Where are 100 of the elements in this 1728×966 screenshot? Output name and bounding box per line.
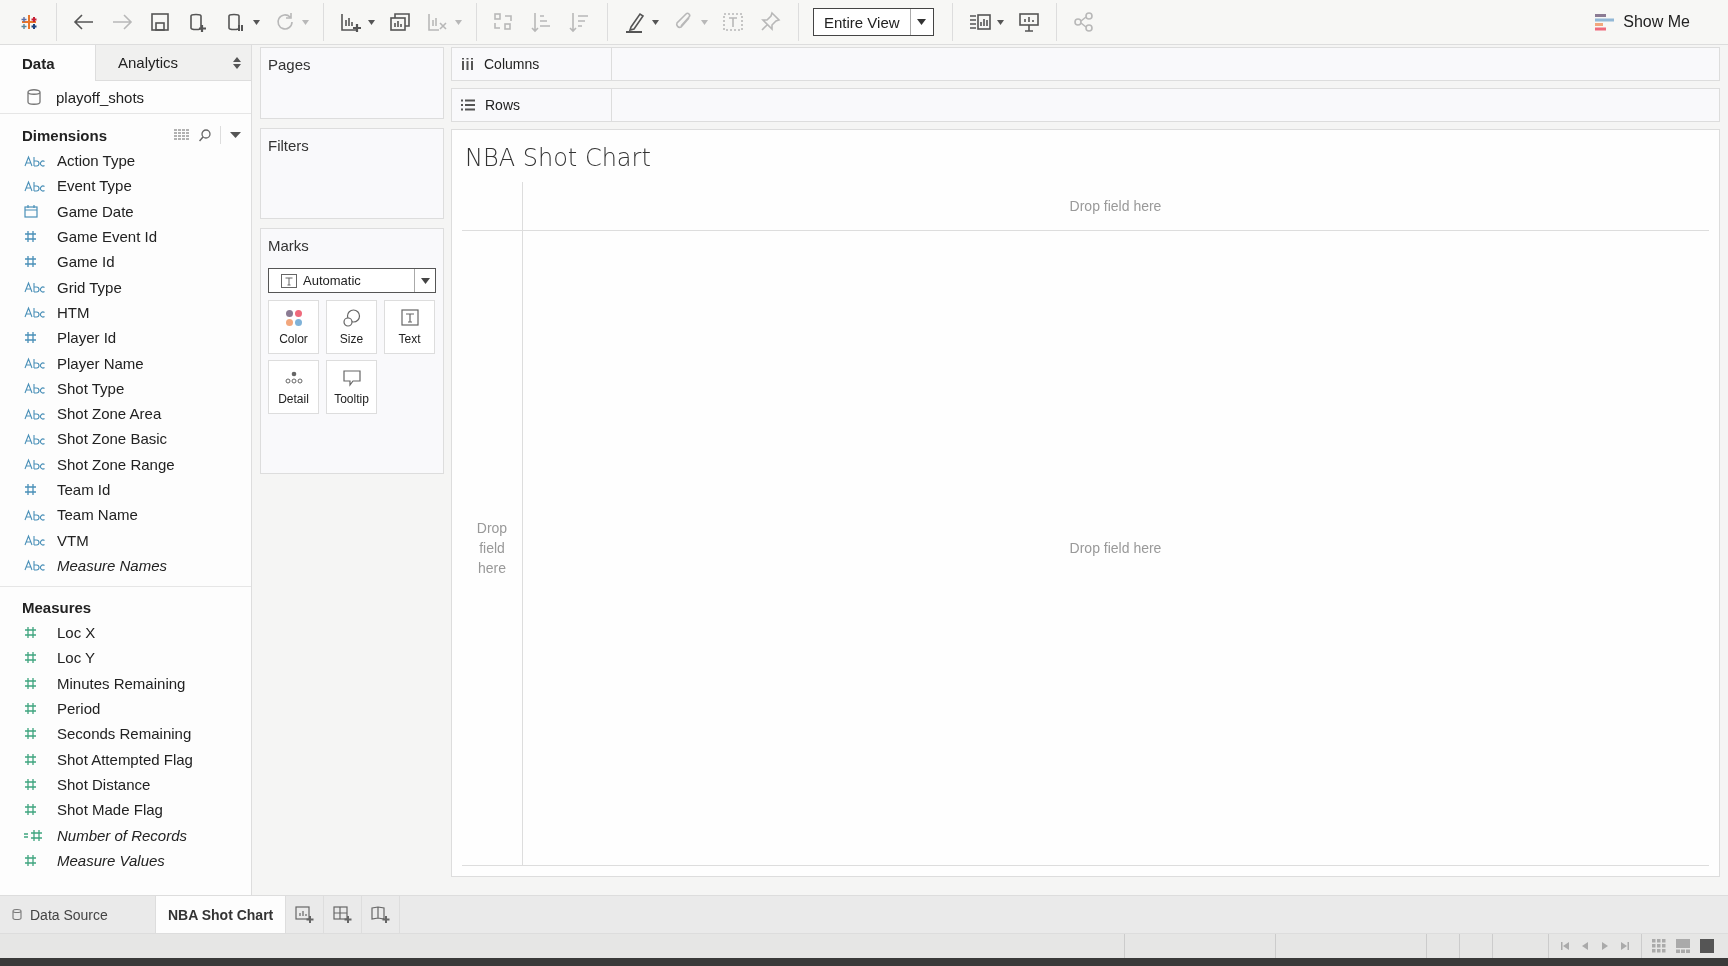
field-item[interactable]: HTM <box>0 299 251 326</box>
field-item[interactable]: Shot Zone Basic <box>0 426 251 452</box>
caret-icon <box>368 19 375 25</box>
chart-plus-icon <box>294 905 315 924</box>
caret-icon <box>302 19 309 25</box>
string-type-icon <box>24 407 46 420</box>
calculated-number-icon <box>24 828 43 842</box>
last-page-icon[interactable] <box>1619 940 1631 952</box>
datasource-item[interactable]: playoff_shots <box>0 81 251 114</box>
caret-icon[interactable] <box>230 132 241 138</box>
field-item[interactable]: Event Type <box>0 173 251 199</box>
card-title: Filters <box>268 137 309 154</box>
field-item[interactable]: Shot Zone Range <box>0 451 251 477</box>
shelf-label: Columns <box>484 56 540 72</box>
sheet-tab[interactable]: NBA Shot Chart <box>156 896 287 933</box>
shelf[interactable]: Columns <box>451 47 1720 81</box>
caret-icon <box>996 19 1004 25</box>
list-view-icon[interactable] <box>174 129 190 141</box>
shelf-label: Rows <box>485 97 520 113</box>
field-item[interactable]: Shot Made Flag <box>0 797 251 823</box>
fit-dropdown[interactable]: Entire View <box>813 8 934 36</box>
mark-type-dropdown[interactable]: Automatic <box>268 268 436 293</box>
string-type-icon <box>24 281 46 294</box>
string-type-icon <box>24 357 46 369</box>
field-item[interactable]: Team Name <box>0 502 251 528</box>
number-type-icon <box>24 853 37 867</box>
number-type-icon <box>24 626 37 640</box>
number-type-icon <box>24 727 37 741</box>
detail-button[interactable]: Detail <box>268 360 319 414</box>
drop-zone-label: Drop field here <box>1069 540 1162 556</box>
single-view-button[interactable] <box>1700 939 1714 953</box>
card-title: Pages <box>268 56 311 73</box>
field-item[interactable]: Player Id <box>0 325 251 351</box>
calendar-icon <box>24 204 38 218</box>
number-type-icon <box>24 752 37 766</box>
size-button[interactable]: Size <box>326 300 377 354</box>
field-item[interactable]: Loc Y <box>0 645 251 671</box>
field-item[interactable]: Seconds Remaining <box>0 721 251 747</box>
field-item[interactable]: Number of Records <box>0 822 251 848</box>
caret-icon <box>420 277 430 284</box>
text-box-icon <box>720 10 746 34</box>
grid-icon <box>1652 939 1666 953</box>
string-type-icon <box>24 179 46 192</box>
section-title: Measures <box>22 599 92 617</box>
show-me-button[interactable]: Show Me <box>1595 12 1690 32</box>
field-item[interactable]: Shot Zone Area <box>0 400 251 427</box>
field-item[interactable]: Shot Type <box>0 375 251 401</box>
number-type-icon <box>24 777 37 791</box>
filmstrip-view-button[interactable] <box>1676 939 1690 953</box>
shelf[interactable]: Rows <box>451 88 1720 122</box>
text-button[interactable]: Text <box>384 300 435 354</box>
bar-chart-icon <box>1595 12 1616 32</box>
string-type-icon <box>24 534 46 547</box>
color-button[interactable]: Color <box>268 300 319 354</box>
caret-icon <box>455 19 462 25</box>
string-type-icon <box>24 508 46 521</box>
caret-icon <box>701 19 708 25</box>
single-icon <box>1700 939 1714 953</box>
field-item[interactable]: Shot Attempted Flag <box>0 746 251 772</box>
first-page-icon[interactable] <box>1559 940 1571 952</box>
field-item[interactable]: Action Type <box>0 148 251 174</box>
text-mark-icon <box>281 273 297 288</box>
field-item[interactable]: VTM <box>0 527 251 553</box>
pane-tab[interactable]: Analytics <box>95 45 251 81</box>
circles-icon <box>342 308 361 327</box>
field-item[interactable]: Team Id <box>0 476 251 503</box>
string-type-icon <box>24 458 46 471</box>
number-type-icon <box>24 803 37 817</box>
grid-view-button[interactable] <box>1652 939 1666 953</box>
field-item[interactable]: Measure Values <box>0 847 251 873</box>
field-item[interactable]: Loc X <box>0 620 251 646</box>
grid-plus-icon <box>332 905 353 924</box>
field-item[interactable]: Shot Distance <box>0 771 251 798</box>
search-icon[interactable] <box>199 128 211 142</box>
text-icon <box>400 308 419 327</box>
field-item[interactable]: Player Name <box>0 350 251 376</box>
drop-zone-label: Drop field here <box>475 519 509 578</box>
field-item[interactable]: Game Id <box>0 249 251 275</box>
caret-icon <box>917 19 927 25</box>
section-title: Dimensions <box>22 126 108 144</box>
string-type-icon <box>24 382 46 395</box>
tooltip-button[interactable]: Tooltip <box>326 360 377 414</box>
database-icon <box>12 908 22 921</box>
field-item[interactable]: Game Date <box>0 198 251 224</box>
field-item[interactable]: Period <box>0 695 251 722</box>
rows-icon <box>461 99 475 111</box>
number-type-icon <box>24 331 37 345</box>
caret-icon <box>652 19 659 25</box>
duplicate-chart-icon <box>387 10 413 34</box>
speech-bubble-icon <box>342 368 361 387</box>
string-type-icon <box>24 306 46 319</box>
sheet-title: NBA Shot Chart <box>464 143 652 174</box>
field-item[interactable]: Game Event Id <box>0 223 251 250</box>
sort-arrows-icon <box>233 56 241 69</box>
caret-icon <box>253 19 260 25</box>
number-type-icon <box>24 702 37 716</box>
field-item[interactable]: Grid Type <box>0 274 251 300</box>
field-item[interactable]: Minutes Remaining <box>0 670 251 696</box>
field-item[interactable]: Measure Names <box>0 552 251 579</box>
number-type-icon <box>24 676 37 690</box>
